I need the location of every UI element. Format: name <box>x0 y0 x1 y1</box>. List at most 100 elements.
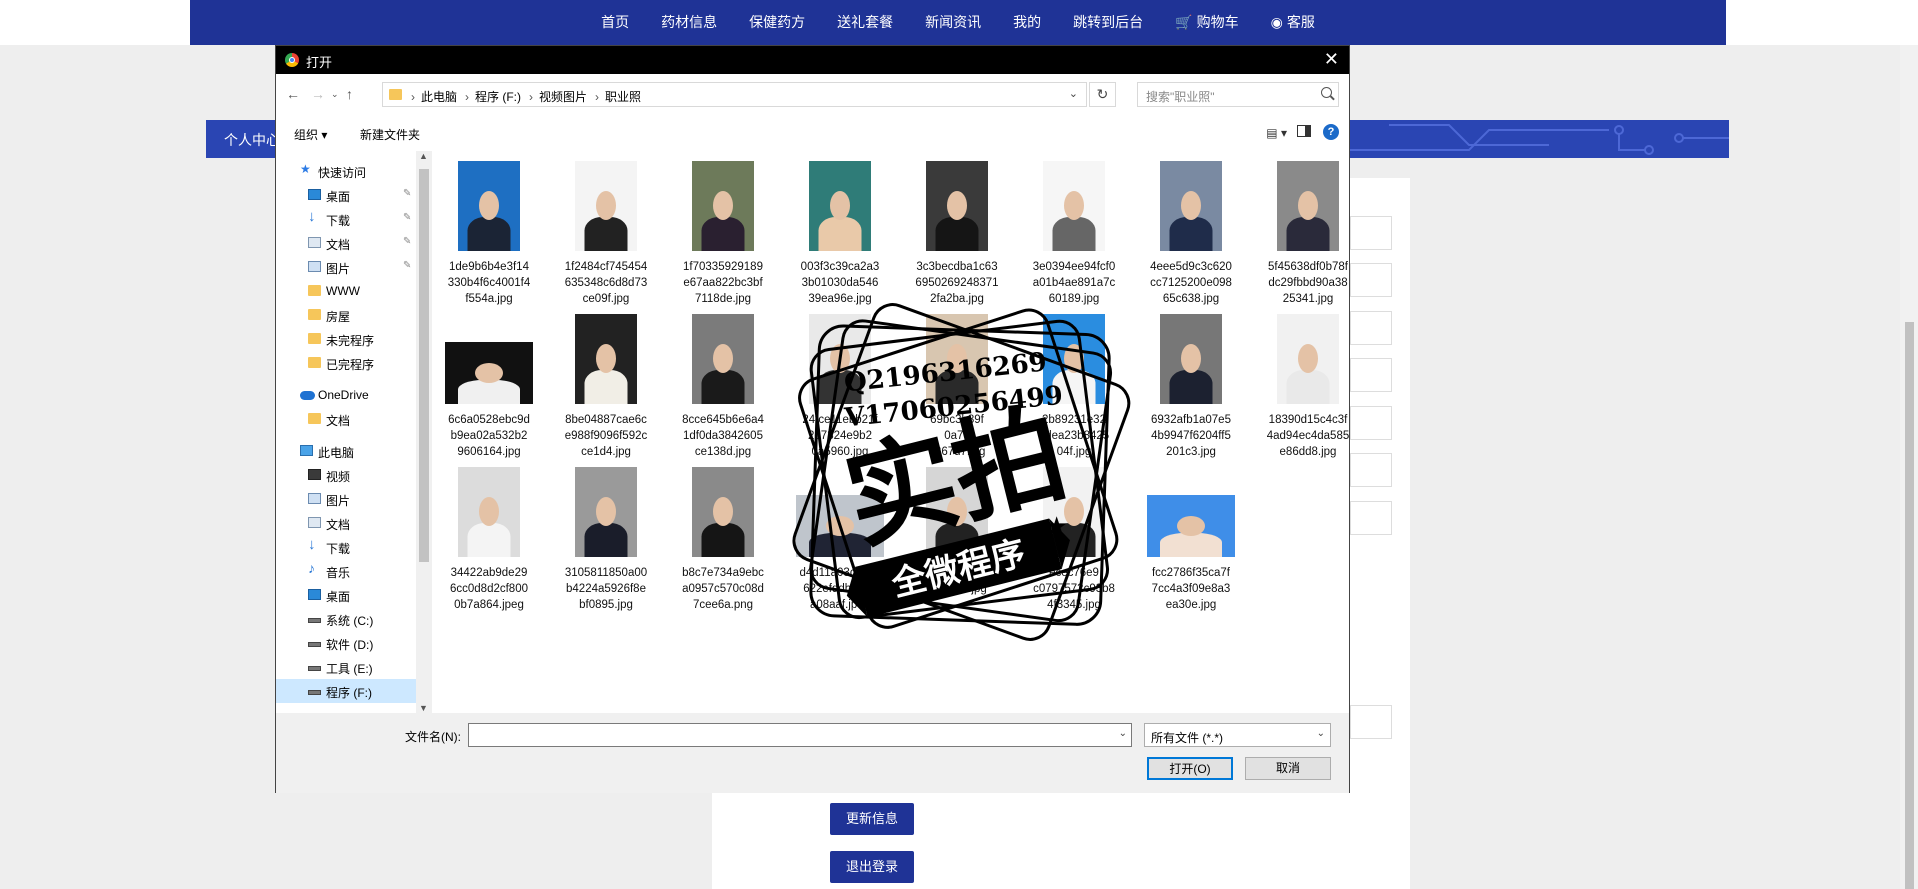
breadcrumb-separator-icon[interactable]: › <box>529 90 533 104</box>
sidebar-item[interactable]: OneDrive <box>276 383 416 407</box>
file-item[interactable]: 1f70335929189 e67aa822bc3bf 7118de.jpg <box>676 159 770 307</box>
sidebar-scroll-thumb[interactable] <box>419 169 429 562</box>
file-item[interactable]: 34422ab9de29 6cc0d8d2cf800 0b7a864.jpeg <box>442 465 536 613</box>
form-field[interactable] <box>1350 216 1392 250</box>
sidebar-item[interactable]: 房屋 <box>276 303 416 327</box>
nav-item[interactable]: ◉ 客服 <box>1255 0 1331 45</box>
sidebar-item[interactable]: 图片 ✎ <box>276 255 416 279</box>
breadcrumb-item[interactable]: 视频图片 <box>539 90 587 104</box>
nav-item[interactable]: 新闻资讯 <box>909 0 997 45</box>
nav-item[interactable]: 保健药方 <box>733 0 821 45</box>
file-item[interactable]: 3105811850a00 b4224a5926f8e bf0895.jpg <box>559 465 653 613</box>
file-item[interactable]: 6c6a0528ebc9d b9ea02a532b2 9606164.jpg <box>442 312 536 460</box>
form-field[interactable] <box>1350 311 1392 345</box>
file-item[interactable]: 5f45638df0b78f dc29fbbd90a38 25341.jpg <box>1261 159 1355 307</box>
file-item[interactable]: fcc2786f35ca7f 7cc4a3f09e8a3 ea30e.jpg <box>1144 465 1238 613</box>
new-folder-button[interactable]: 新建文件夹 <box>360 126 420 143</box>
page-scrollbar-thumb[interactable] <box>1905 322 1914 889</box>
breadcrumb-separator-icon[interactable]: › <box>465 90 469 104</box>
file-item[interactable]: 3c3becdba1c63 6950269248371 2fa2ba.jpg <box>910 159 1004 307</box>
breadcrumb-item[interactable]: 职业照 <box>605 90 641 104</box>
sidebar-item[interactable]: 文档 <box>276 511 416 535</box>
file-item[interactable]: 003f3c39ca2a3 3b01030da546 39ea96e.jpg <box>793 159 887 307</box>
form-field[interactable] <box>1350 358 1392 392</box>
sidebar-item[interactable]: ↓ 下载 ✎ <box>276 207 416 231</box>
sidebar-item[interactable]: 桌面 <box>276 583 416 607</box>
sidebar-item[interactable]: ↓ 下载 <box>276 535 416 559</box>
nav-item[interactable]: 跳转到后台 <box>1057 0 1159 45</box>
sidebar-item[interactable]: 文档 <box>276 407 416 431</box>
file-name: 34422ab9de29 6cc0d8d2cf800 0b7a864.jpeg <box>442 565 536 613</box>
file-item[interactable]: 1f2484cf745454 635348c6d8d73 ce09f.jpg <box>559 159 653 307</box>
sidebar-item[interactable]: ★ 快速访问 <box>276 159 416 183</box>
file-item[interactable]: 69bc3b89f 0a77 d367d7.jpg <box>910 312 1004 460</box>
breadcrumb-separator-icon[interactable]: › <box>411 90 415 104</box>
file-item[interactable]: 1de9b6b4e3f14 330b4f6c4001f4 f554a.jpg <box>442 159 536 307</box>
file-item[interactable]: 3e0394ee94fcf0 a01b4ae891a7c 60189.jpg <box>1027 159 1121 307</box>
filetype-select[interactable]: 所有文件 (*.*) ⌄ <box>1144 723 1331 747</box>
preview-pane-icon[interactable] <box>1297 125 1311 137</box>
sidebar-item-label: 系统 (C:) <box>326 614 374 628</box>
sidebar-item[interactable]: 未完程序 <box>276 327 416 351</box>
file-item[interactable]: d4d11a03c892c 622efddb5538 a08aaf.jpeg <box>793 465 887 613</box>
sidebar-item[interactable]: 图片 <box>276 487 416 511</box>
open-button[interactable]: 打开(O) <box>1147 757 1233 780</box>
logout-button[interactable]: 退出登录 <box>830 851 914 883</box>
scroll-up-icon[interactable]: ▲ <box>419 151 428 161</box>
chevron-down-icon[interactable]: ⌄ <box>1069 87 1078 100</box>
file-item[interactable]: 18390d15c4c3f 4ad94ec4da585 e86dd8.jpg <box>1261 312 1355 460</box>
close-icon[interactable]: ✕ <box>1324 49 1339 70</box>
file-item[interactable]: 8cce645b6e6a4 1df0da3842605 ce138d.jpg <box>676 312 770 460</box>
cancel-button[interactable]: 取消 <box>1245 757 1331 780</box>
chevron-down-icon[interactable]: ⌄ <box>1119 728 1127 739</box>
sidebar-item[interactable]: 工具 (E:) <box>276 655 416 679</box>
sidebar-item[interactable]: WWW <box>276 279 416 303</box>
form-field[interactable] <box>1350 705 1392 739</box>
nav-item[interactable]: 我的 <box>997 0 1057 45</box>
file-item[interactable]: 8be04887cae6c e988f9096f592c ce1d4.jpg <box>559 312 653 460</box>
organize-button[interactable]: 组织 ▾ <box>294 126 327 143</box>
form-field[interactable] <box>1350 406 1392 440</box>
nav-item[interactable]: 首页 <box>585 0 645 45</box>
refresh-icon[interactable]: ↻ <box>1089 82 1116 107</box>
file-item[interactable]: e65a ceebf7b.jpg <box>910 465 1004 613</box>
form-field[interactable] <box>1350 263 1392 297</box>
help-icon[interactable]: ? <box>1323 124 1339 140</box>
sidebar-item[interactable]: 软件 (D:) <box>276 631 416 655</box>
scroll-down-icon[interactable]: ▼ <box>419 703 428 713</box>
file-item[interactable]: 24fce11ebb21f 2d7324e9b2 0a5960.jpg <box>793 312 887 460</box>
form-field[interactable] <box>1350 501 1392 535</box>
sidebar-item[interactable]: 视频 <box>276 463 416 487</box>
filename-input[interactable]: ⌄ <box>468 723 1132 747</box>
file-item[interactable]: 4eee5d9c3c620 cc7125200e098 65c638.jpg <box>1144 159 1238 307</box>
address-bar[interactable]: › 此电脑 › 程序 (F:) › 视频图片 › 职业照 ⌄ <box>382 82 1087 107</box>
person-head <box>713 191 733 220</box>
breadcrumb-item[interactable]: 此电脑 <box>421 90 457 104</box>
sidebar-item[interactable]: 系统 (C:) <box>276 607 416 631</box>
file-thumbnail <box>1277 314 1339 404</box>
sidebar-item[interactable]: 此电脑 <box>276 439 416 463</box>
sidebar-item[interactable]: 文档 ✎ <box>276 231 416 255</box>
breadcrumb-item[interactable]: 程序 (F:) <box>475 90 521 104</box>
update-info-button[interactable]: 更新信息 <box>830 803 914 835</box>
nav-item[interactable]: 🛒 购物车 <box>1159 0 1254 45</box>
sidebar-item[interactable]: ♪ 音乐 <box>276 559 416 583</box>
form-field[interactable] <box>1350 453 1392 487</box>
breadcrumb-separator-icon[interactable]: › <box>595 90 599 104</box>
view-options-icon[interactable]: ▤ ▾ <box>1266 126 1287 140</box>
sidebar-scrollbar[interactable]: ▲ ▼ <box>416 151 432 713</box>
sidebar-item[interactable]: 已完程序 <box>276 351 416 375</box>
nav-item[interactable]: 药材信息 <box>645 0 733 45</box>
sidebar-item[interactable]: 桌面 ✎ <box>276 183 416 207</box>
nav-item[interactable]: 送礼套餐 <box>821 0 909 45</box>
back-arrow-icon[interactable]: ← <box>286 86 300 102</box>
forward-arrow-icon[interactable]: → <box>311 86 325 102</box>
file-item[interactable]: ecec76e9 c0797572c93b8 4f3345.jpg <box>1027 465 1121 613</box>
file-item[interactable]: 6932afb1a07e5 4b9947f6204ff5 201c3.jpg <box>1144 312 1238 460</box>
recent-dropdown-icon[interactable]: ⌄ <box>331 89 339 100</box>
up-arrow-icon[interactable]: ↑ <box>346 86 353 102</box>
file-item[interactable]: b8c7e734a9ebc a0957c570c08d 7cee6a.png <box>676 465 770 613</box>
search-input[interactable]: 搜索"职业照" <box>1137 82 1339 107</box>
file-item[interactable]: 2b89231e32 7dea23b8425 04f.jpg <box>1027 312 1121 460</box>
sidebar-item[interactable]: 程序 (F:) <box>276 679 416 703</box>
